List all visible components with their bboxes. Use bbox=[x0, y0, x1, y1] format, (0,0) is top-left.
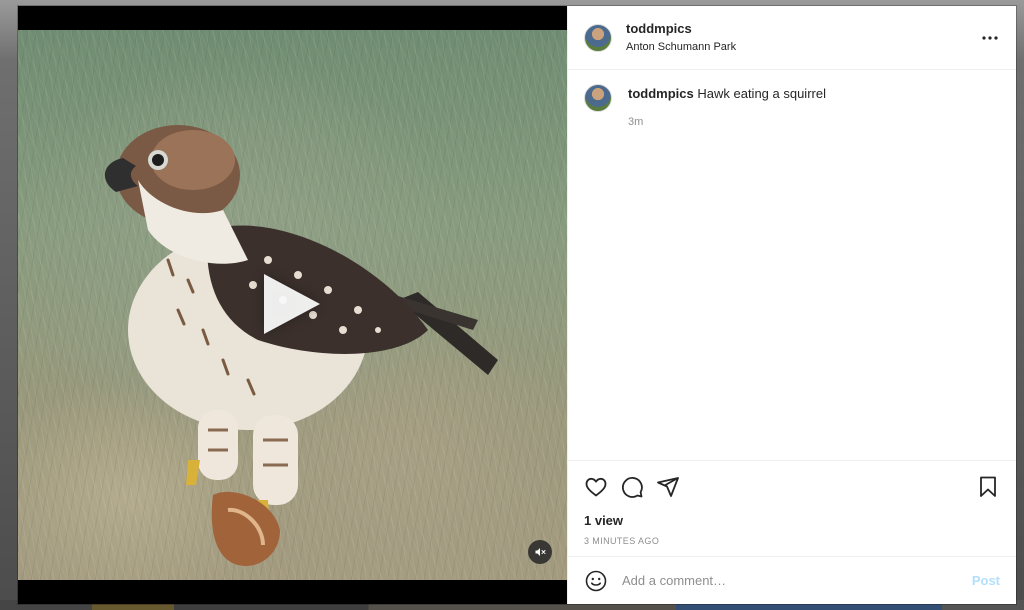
comments-section: toddmpics Hawk eating a squirrel 3m bbox=[568, 70, 1016, 460]
caption-avatar[interactable] bbox=[584, 84, 612, 112]
caption-row: toddmpics Hawk eating a squirrel 3m bbox=[584, 84, 1000, 128]
avatar[interactable] bbox=[584, 23, 612, 52]
emoji-icon[interactable] bbox=[584, 569, 608, 593]
share-icon[interactable] bbox=[656, 475, 680, 499]
heart-icon[interactable] bbox=[584, 475, 608, 499]
comment-icon[interactable] bbox=[620, 475, 644, 499]
post-sidebar: toddmpics Anton Schumann Park toddmpics … bbox=[567, 6, 1016, 604]
username-link[interactable]: toddmpics bbox=[626, 22, 736, 36]
caption-message: Hawk eating a squirrel bbox=[697, 86, 826, 101]
location-link[interactable]: Anton Schumann Park bbox=[626, 41, 736, 53]
comment-input[interactable] bbox=[620, 572, 972, 589]
caption-timestamp[interactable]: 3m bbox=[628, 116, 826, 128]
post-modal: toddmpics Anton Schumann Park toddmpics … bbox=[18, 6, 1016, 604]
post-button[interactable]: Post bbox=[972, 573, 1000, 588]
more-options-icon[interactable] bbox=[978, 26, 1002, 50]
post-time: 3 MINUTES AGO bbox=[584, 536, 660, 546]
caption-text: toddmpics Hawk eating a squirrel bbox=[628, 86, 826, 102]
view-count[interactable]: 1 view bbox=[584, 513, 1000, 528]
caption-username[interactable]: toddmpics bbox=[628, 86, 694, 101]
add-comment-bar: Post bbox=[568, 556, 1016, 604]
action-icons bbox=[584, 471, 1000, 503]
post-actions: 1 view 3 MINUTES AGO bbox=[568, 460, 1016, 556]
muted-speaker-icon[interactable] bbox=[528, 540, 552, 564]
header-text: toddmpics Anton Schumann Park bbox=[626, 22, 736, 54]
bookmark-icon[interactable] bbox=[976, 475, 1000, 499]
post-header: toddmpics Anton Schumann Park bbox=[568, 6, 1016, 70]
caption-body: toddmpics Hawk eating a squirrel 3m bbox=[628, 86, 826, 128]
video-player[interactable] bbox=[18, 6, 567, 604]
play-icon[interactable] bbox=[264, 274, 320, 334]
speaker-off-glyph bbox=[535, 548, 546, 556]
